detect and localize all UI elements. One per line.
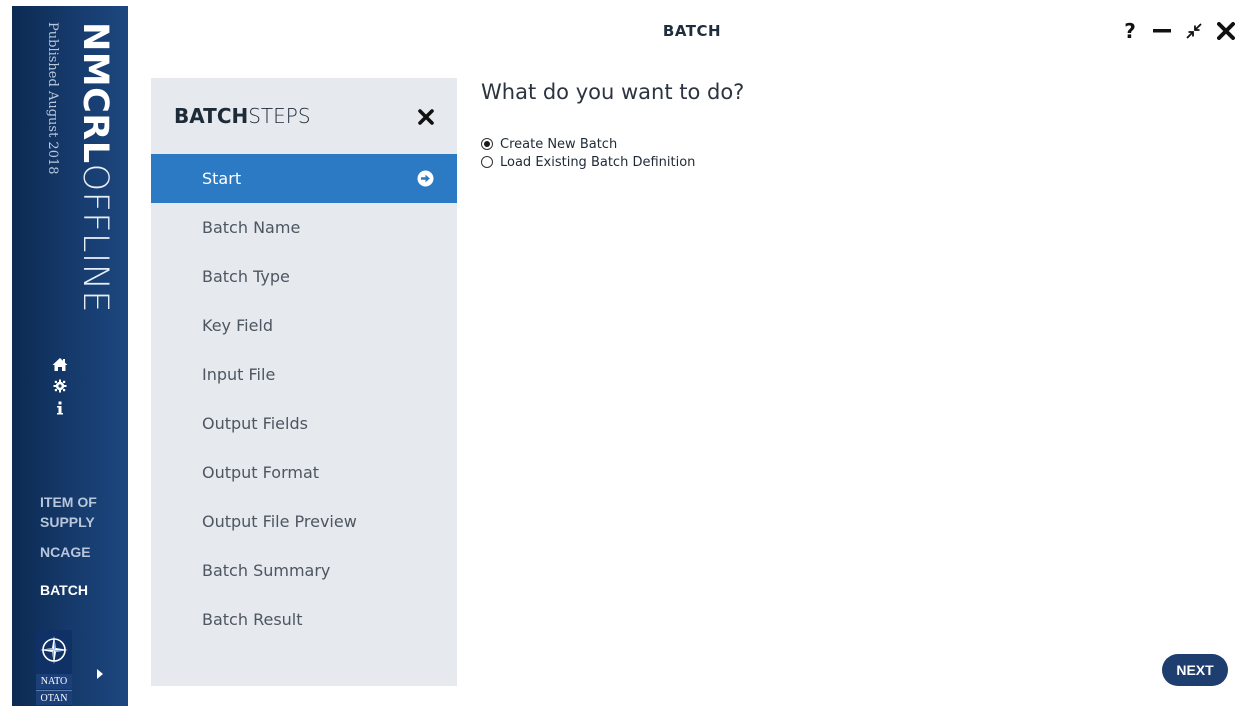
sidebar-item-label: BATCH [40,582,88,598]
create-new-batch-radio[interactable] [481,138,493,150]
sidebar-icons [12,354,108,418]
nato-emblem-icon [40,636,68,664]
expand-sidebar-button[interactable] [92,666,108,682]
sidebar-item-item-of-supply[interactable]: ITEM OF SUPPLY [12,492,128,534]
close-icon [1217,22,1235,40]
step-batch-name[interactable]: Batch Name [151,203,457,252]
step-label: Output Fields [202,414,308,433]
gear-icon[interactable] [50,376,70,396]
step-batch-type[interactable]: Batch Type [151,252,457,301]
option-load-existing-batch[interactable]: Load Existing Batch Definition [481,153,695,171]
arrow-circle-right-icon [417,170,434,187]
brand-light: OFFLINE [75,163,115,313]
steps-title: BATCHSTEPS [174,104,311,128]
step-label: Start [202,169,242,188]
restore-icon [1186,23,1202,39]
step-output-format[interactable]: Output Format [151,448,457,497]
nato-logo: NATO OTAN [36,630,72,706]
step-batch-summary[interactable]: Batch Summary [151,546,457,595]
sidebar-nav: ITEM OF SUPPLY NCAGE BATCH [12,492,128,610]
nato-label: NATO [36,674,72,689]
app-sidebar: NMCRLOFFLINE Published August 2018 ITEM … [12,6,128,706]
steps-list: Start Batch Name Batch Type Key Field In… [151,154,457,644]
title-bar: BATCH ? [128,6,1256,56]
step-batch-result[interactable]: Batch Result [151,595,457,644]
option-create-new-batch[interactable]: Create New Batch [481,135,695,153]
step-label: Batch Name [202,218,301,237]
steps-title-light: STEPS [248,104,311,128]
sidebar-item-label: ITEM OF [40,494,97,510]
app-window: NMCRLOFFLINE Published August 2018 ITEM … [0,0,1256,706]
step-output-fields[interactable]: Output Fields [151,399,457,448]
close-steps-button[interactable] [415,106,437,128]
page-title: What do you want to do? [481,80,745,104]
step-start[interactable]: Start [151,154,457,203]
restore-button[interactable] [1184,20,1204,42]
step-label: Batch Type [202,267,290,286]
step-label: Batch Result [202,610,303,629]
step-input-file[interactable]: Input File [151,350,457,399]
step-label: Key Field [202,316,274,335]
step-label: Input File [202,365,276,384]
otan-label: OTAN [36,690,72,705]
step-output-file-preview[interactable]: Output File Preview [151,497,457,546]
step-key-field[interactable]: Key Field [151,301,457,350]
help-icon: ? [1124,19,1136,43]
window-controls: ? [1120,19,1236,43]
steps-title-bold: BATCH [174,104,249,128]
close-icon [418,109,434,125]
caret-right-icon [97,669,103,679]
brand-area: NMCRLOFFLINE Published August 2018 [12,6,128,326]
main-content: What do you want to do? Create New Batch… [481,78,1241,686]
sidebar-item-label: SUPPLY [40,514,95,530]
steps-header: BATCHSTEPS [151,78,457,154]
minimize-icon [1153,29,1171,33]
sidebar-item-batch[interactable]: BATCH [12,580,128,610]
option-label: Create New Batch [500,136,618,152]
help-button[interactable]: ? [1120,19,1140,43]
close-button[interactable] [1216,20,1236,42]
next-button[interactable]: NEXT [1162,654,1228,686]
step-label: Output File Preview [202,512,357,531]
brand-bold: NMCRL [75,22,115,164]
step-label: Batch Summary [202,561,331,580]
info-icon[interactable] [50,398,70,418]
step-label: Output Format [202,463,320,482]
published-date: Published August 2018 [45,22,60,175]
app-logo-text: NMCRLOFFLINE [75,22,115,313]
minimize-button[interactable] [1152,20,1172,42]
sidebar-item-label: NCAGE [40,544,91,560]
batch-steps-panel: BATCHSTEPS Start Batch Name Batch Type K… [151,78,457,686]
window-title: BATCH [662,22,722,40]
home-icon[interactable] [50,354,70,374]
option-label: Load Existing Batch Definition [500,154,696,170]
load-existing-batch-radio[interactable] [481,156,493,168]
sidebar-item-ncage[interactable]: NCAGE [12,542,128,572]
batch-action-options: Create New Batch Load Existing Batch Def… [481,135,695,171]
